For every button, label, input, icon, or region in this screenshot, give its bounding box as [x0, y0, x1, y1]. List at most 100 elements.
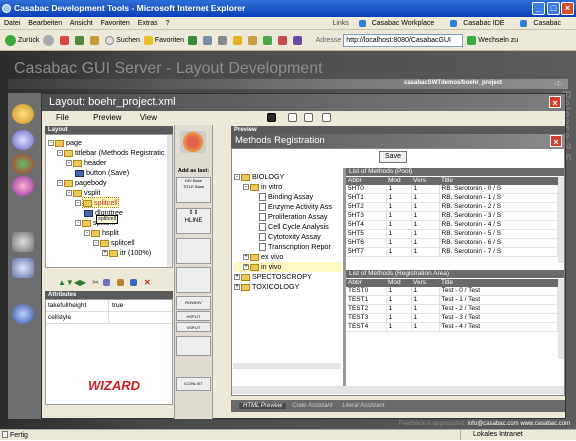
- table-row[interactable]: 5HT2 1 1 RB. Serotonin - 2 / S: [346, 202, 558, 212]
- tree-scrollbar[interactable]: [167, 135, 172, 267]
- tree-node-page[interactable]: - page: [48, 138, 172, 148]
- palette-hsplit[interactable]: HSPLIT: [176, 311, 211, 321]
- menu-help[interactable]: ?: [166, 20, 170, 27]
- table-row[interactable]: 5HT5 1 1 RB. Serotonin - 5 / S: [346, 229, 558, 239]
- address-input[interactable]: http://localhost:8080/CasabacGUI: [343, 33, 464, 47]
- tab-literal-assistant[interactable]: Literal Assistant: [338, 403, 388, 409]
- copy-icon[interactable]: [103, 279, 111, 287]
- menu-datei[interactable]: Datei: [4, 20, 20, 27]
- mail-icon[interactable]: [202, 35, 212, 45]
- move-up-icon[interactable]: ▲: [58, 278, 66, 287]
- window-icon[interactable]: [321, 113, 331, 123]
- favorites-button[interactable]: Favoriten: [142, 35, 184, 45]
- palette-block-1[interactable]: [176, 238, 211, 264]
- palette-div-title[interactable]: DIV Base TITLE Base: [176, 177, 211, 203]
- bio-node-ex-vivo[interactable]: + ex vivo: [234, 252, 342, 262]
- col-title[interactable]: Title: [439, 279, 558, 287]
- back-button[interactable]: Zurück: [3, 34, 39, 46]
- tree-node-titlebar[interactable]: - titlebar (Methods Registratic: [48, 148, 172, 158]
- messenger-icon[interactable]: [262, 35, 272, 45]
- col-title[interactable]: Title: [439, 177, 558, 185]
- link-casabac-workplace[interactable]: Casabac Workplace: [357, 19, 441, 27]
- cut-icon[interactable]: ✂: [92, 278, 99, 287]
- menu-preview[interactable]: Preview: [93, 113, 121, 122]
- forward-arrow-icon[interactable]: [43, 34, 55, 46]
- bio-node-in-vivo[interactable]: + in vivo: [234, 262, 342, 272]
- table-row[interactable]: 5HT4 1 1 RB. Serotonin - 4 / S: [346, 220, 558, 230]
- history-icon[interactable]: [188, 35, 198, 45]
- tab-html-preview[interactable]: HTML Preview: [239, 403, 287, 409]
- tool-colors-icon[interactable]: [12, 154, 34, 174]
- search-button[interactable]: Suchen: [103, 35, 140, 45]
- save-disk-icon[interactable]: [267, 113, 277, 123]
- col-mod[interactable]: Mod: [386, 279, 411, 287]
- tree-node-hsplit[interactable]: - hsplit: [48, 228, 172, 238]
- discuss-icon[interactable]: [247, 35, 257, 45]
- tree-node-itr[interactable]: + itr (100%): [48, 248, 172, 258]
- grid-view-icon[interactable]: [303, 113, 313, 123]
- bio-node-cytotoxity[interactable]: Cytotoxity Assay: [234, 232, 342, 242]
- tree-node-header[interactable]: - header: [48, 158, 172, 168]
- palette-vsplit[interactable]: VSPLIT: [176, 322, 211, 332]
- table-row[interactable]: TEST0 1 1 Test - 0 / Test: [346, 287, 558, 296]
- bio-node-enzyme-activity[interactable]: Enzyme Activity Ass: [234, 202, 342, 212]
- table-row[interactable]: TEST1 1 1 Test - 1 / Test: [346, 295, 558, 305]
- table-row[interactable]: 5HT7 1 1 RB. Serotonin - 7 / S: [346, 247, 558, 257]
- table-row[interactable]: TEST2 1 1 Test - 2 / Test: [346, 304, 558, 314]
- palette-hline[interactable]: ⇕⇕ HLINE: [176, 208, 211, 234]
- tool-gear-icon[interactable]: [12, 304, 34, 324]
- col-vers[interactable]: Vers: [411, 279, 439, 287]
- tool-forms-icon[interactable]: [12, 232, 34, 252]
- close-preview-button[interactable]: ×: [550, 135, 562, 147]
- bio-node-biology[interactable]: - BIOLOGY: [234, 172, 342, 182]
- menu-file[interactable]: File: [56, 113, 69, 122]
- table-row[interactable]: TEST4 1 1 Test - 4 / Test: [346, 322, 558, 332]
- reg-scrollbar[interactable]: [558, 279, 564, 359]
- footer-site[interactable]: www.casabac.com: [520, 421, 570, 427]
- minimize-button[interactable]: _: [532, 2, 545, 15]
- close-window-button[interactable]: ×: [561, 2, 574, 15]
- tab-code-assistant[interactable]: Code Assistant: [288, 403, 336, 409]
- bio-node-proliferation[interactable]: Proliferation Assay: [234, 212, 342, 222]
- maximize-button[interactable]: □: [547, 2, 560, 15]
- menu-bearbeiten[interactable]: Bearbeiten: [28, 20, 62, 27]
- tool-wizard-icon[interactable]: [12, 130, 34, 150]
- properties-icon[interactable]: [288, 113, 298, 123]
- col-abbr[interactable]: Abbr: [346, 177, 386, 185]
- home-icon[interactable]: [90, 35, 100, 45]
- bio-tree-hscrollbar[interactable]: [233, 363, 341, 369]
- go-button[interactable]: Wechseln zu: [465, 35, 518, 45]
- clipboard-icon[interactable]: [129, 279, 137, 287]
- tree-node-button[interactable]: button (Save): [48, 168, 172, 178]
- pool-scrollbar[interactable]: [558, 177, 564, 263]
- bio-node-cell-cycle[interactable]: Cell Cycle Analysis: [234, 222, 342, 232]
- table-row[interactable]: 5HT0 1 1 RB. Serotonin - 0 / S: [346, 185, 558, 194]
- edit-icon[interactable]: [232, 35, 242, 45]
- palette-block-2[interactable]: [176, 267, 211, 293]
- bio-node-binding-assay[interactable]: Binding Assay: [234, 192, 342, 202]
- table-row[interactable]: 5HT3 1 1 RB. Serotonin - 3 / S: [346, 211, 558, 221]
- table-row[interactable]: 5HT1 1 1 RB. Serotonin - 1 / S: [346, 193, 558, 203]
- menu-ansicht[interactable]: Ansicht: [70, 20, 93, 27]
- attribute-row[interactable]: takefullheight true: [46, 300, 172, 312]
- tool-layout-icon[interactable]: [12, 104, 34, 124]
- palette-rowdiv[interactable]: ROWDIV: [176, 296, 211, 310]
- save-button[interactable]: Save: [379, 151, 407, 163]
- menu-view[interactable]: View: [140, 113, 157, 122]
- research-icon[interactable]: [277, 35, 287, 45]
- wizard-label[interactable]: WIZARD: [88, 378, 140, 393]
- bio-node-toxicology[interactable]: + TOXICOLOGY: [234, 282, 342, 292]
- menu-favoriten[interactable]: Favoriten: [101, 20, 130, 27]
- col-vers[interactable]: Vers: [411, 177, 439, 185]
- delete-icon[interactable]: ✕: [144, 278, 151, 287]
- paste-icon[interactable]: [116, 279, 124, 287]
- tree-node-pagebody[interactable]: - pagebody: [48, 178, 172, 188]
- bio-node-transcription[interactable]: Transcription Repor: [234, 242, 342, 252]
- tool-palette-icon[interactable]: [12, 176, 34, 196]
- refresh-icon[interactable]: [75, 35, 85, 45]
- media-icon[interactable]: [292, 35, 302, 45]
- footer-email[interactable]: info@casabac.com: [468, 421, 519, 427]
- bio-node-in-vitro[interactable]: - in vitro: [234, 182, 342, 192]
- link-casabac-ide[interactable]: Casabac IDE: [448, 19, 510, 27]
- stop-icon[interactable]: [60, 35, 70, 45]
